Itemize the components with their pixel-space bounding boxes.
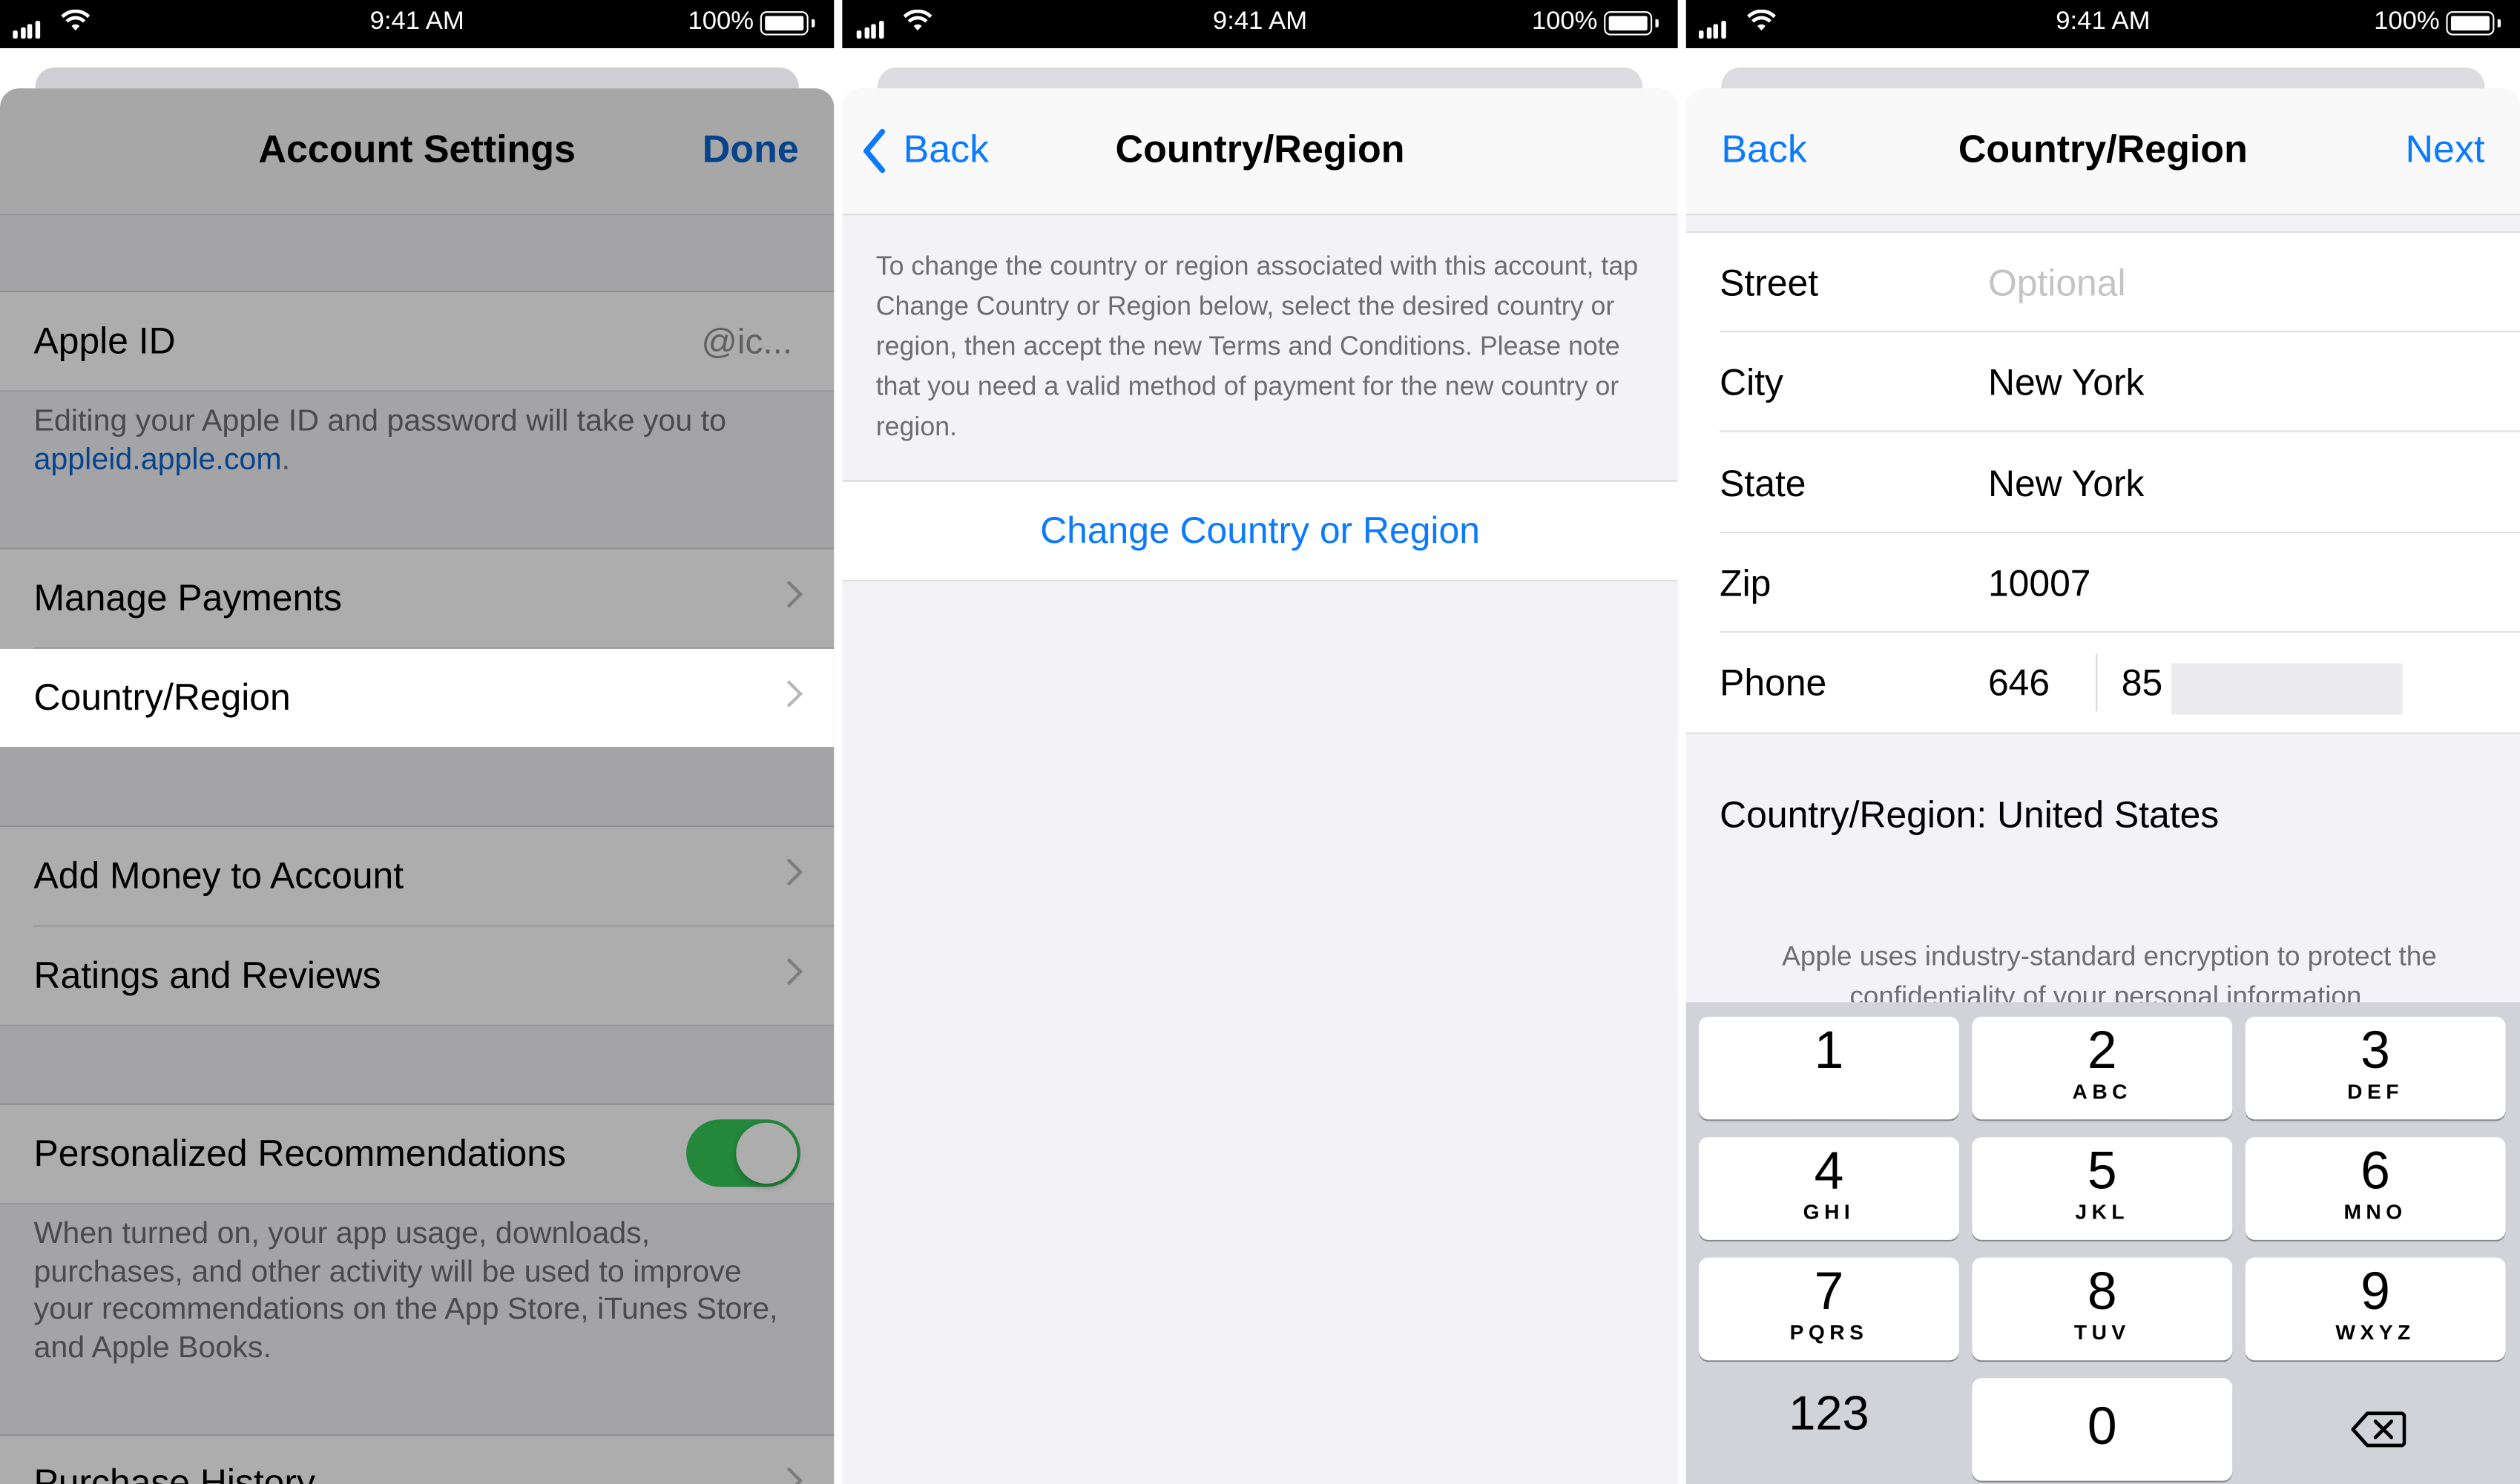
composite-screenshot: 9:41 AM 100% Account Settings Done Apple… — [0, 0, 2520, 1484]
key-1[interactable]: 1 — [1698, 1016, 1959, 1120]
key-123[interactable]: 123 — [1699, 1388, 1959, 1442]
status-bar: 9:41 AM 100% — [842, 0, 1678, 48]
state-select[interactable]: New York — [1988, 463, 2145, 506]
navigation-bar: Back Country/Region — [842, 88, 1678, 216]
page-title: Country/Region — [1958, 128, 2248, 172]
dim-overlay — [0, 88, 835, 1484]
phone-number-input[interactable]: 85 — [2122, 662, 2162, 705]
country-region-info-screen: 9:41 AM 100% Back Country/Region To chan… — [842, 0, 1678, 1484]
account-settings-screen: 9:41 AM 100% Account Settings Done Apple… — [0, 0, 835, 1484]
zip-label: Zip — [1720, 561, 1771, 604]
phone-label: Phone — [1720, 662, 1827, 704]
address-form-sheet: Back Country/Region Next Street Optional… — [1685, 88, 2520, 1484]
key-3[interactable]: 3 DEF — [2245, 1016, 2506, 1120]
key-7[interactable]: 7 PQRS — [1698, 1257, 1959, 1361]
key-9[interactable]: 9 WXYZ — [2245, 1257, 2506, 1361]
state-label: State — [1720, 462, 1806, 504]
address-form-screen: 9:41 AM 100% Back Country/Region Next St… — [1685, 0, 2520, 1484]
change-country-button[interactable]: Change Country or Region — [842, 509, 1678, 552]
delete-key[interactable] — [2246, 1378, 2506, 1481]
street-input[interactable]: Optional — [1988, 262, 2126, 305]
phone-divider — [2096, 653, 2098, 712]
country-region-row[interactable]: Country/Region — [0, 648, 835, 748]
status-bar: 9:41 AM 100% — [1685, 0, 2520, 48]
page-title: Country/Region — [1115, 128, 1405, 172]
key-2[interactable]: 2 ABC — [1972, 1016, 2233, 1120]
battery-icon — [2446, 10, 2495, 35]
change-country-row[interactable]: Change Country or Region — [842, 481, 1678, 581]
number-keypad: 1 2 ABC 3 DEF 4 GHI 5 JKL 6 MNO 7 PQRS 8 TUV 9W… — [1685, 1002, 2520, 1484]
country-region-label: Country/Region — [33, 676, 291, 719]
status-bar: 9:41 AM 100% — [0, 0, 835, 48]
battery-icon — [1604, 10, 1653, 35]
navigation-bar: Back Country/Region Next — [1685, 88, 2520, 216]
battery-indicator: 100% — [2374, 8, 2501, 37]
next-button[interactable]: Next — [2405, 128, 2484, 174]
battery-percent: 100% — [2374, 7, 2440, 36]
redaction-box — [2171, 663, 2403, 715]
phone-area-code-input[interactable]: 646 — [1988, 662, 2050, 705]
key-6[interactable]: 6 MNO — [2245, 1137, 2506, 1240]
city-input[interactable]: New York — [1988, 361, 2145, 404]
battery-percent: 100% — [1531, 7, 1598, 36]
delete-backspace-icon — [2351, 1411, 2406, 1448]
battery-percent: 100% — [688, 7, 754, 36]
battery-indicator: 100% — [1532, 8, 1659, 37]
zip-input[interactable]: 10007 — [1988, 562, 2091, 605]
address-form: Street Optional City New York State New … — [1685, 231, 2520, 734]
account-settings-sheet: Account Settings Done Apple ID @ic... Ed… — [0, 88, 835, 1484]
street-label: Street — [1720, 261, 1819, 304]
key-5[interactable]: 5 JKL — [1972, 1137, 2233, 1240]
battery-indicator: 100% — [688, 8, 815, 37]
panel-divider — [834, 0, 843, 1484]
country-region-sheet: Back Country/Region To change the countr… — [842, 88, 1678, 1484]
panel-divider — [1677, 0, 1686, 1484]
city-label: City — [1720, 361, 1784, 403]
country-line: Country/Region: United States — [1720, 793, 2220, 836]
key-0[interactable]: 0 — [1972, 1378, 2233, 1481]
chevron-right-icon — [775, 680, 803, 708]
battery-icon — [760, 10, 809, 35]
info-text: To change the country or region associat… — [875, 251, 1639, 442]
key-8[interactable]: 8 TUV — [1972, 1257, 2233, 1361]
key-4[interactable]: 4 GHI — [1698, 1137, 1959, 1240]
